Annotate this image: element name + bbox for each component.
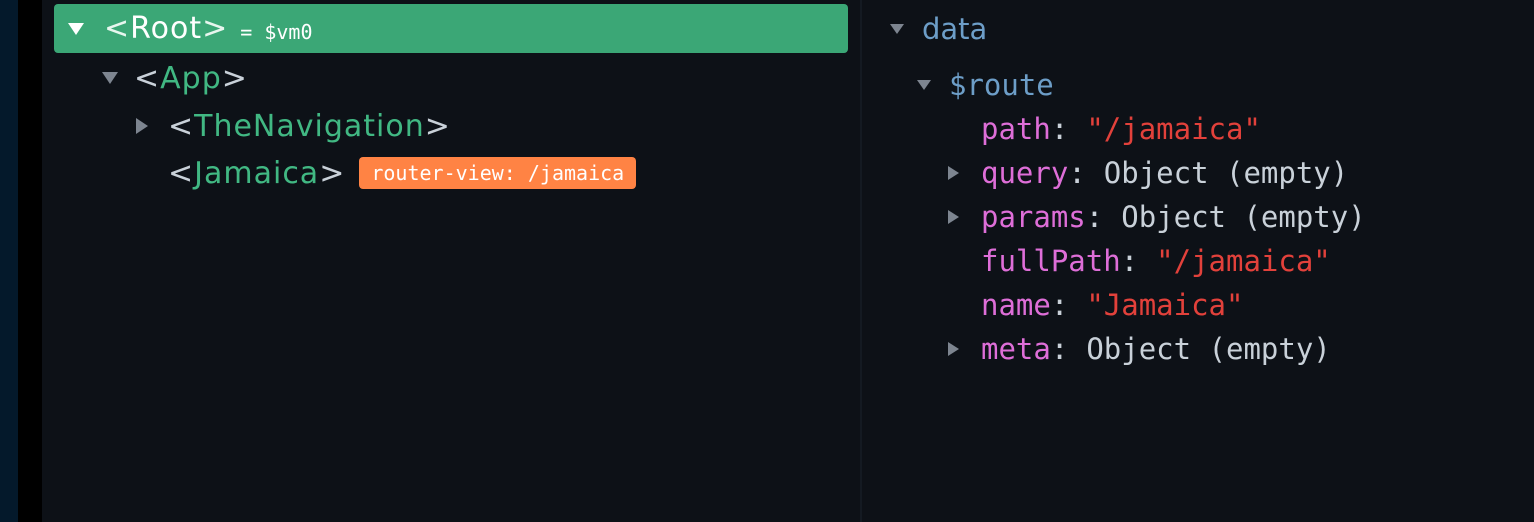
tree-node-app[interactable]: <App> (102, 54, 248, 102)
tree-node-thenavigation[interactable]: <TheNavigation> (136, 102, 451, 150)
prop-row-meta[interactable]: meta: Object (empty) (948, 327, 1331, 371)
prop-value: "Jamaica" (1086, 288, 1244, 322)
component-label-root: <Root> (104, 11, 229, 46)
expand-arrow-icon[interactable] (948, 210, 959, 224)
route-object-row[interactable]: $route (917, 63, 1054, 107)
vm-reference: = $vm0 (240, 19, 313, 44)
prop-value: Object (empty) (1086, 332, 1331, 366)
component-label-thenavigation: <TheNavigation> (168, 108, 451, 144)
prop-row-name[interactable]: name: "Jamaica" (981, 283, 1243, 327)
prop-key: query (981, 156, 1069, 190)
expand-arrow-icon[interactable] (948, 342, 959, 356)
collapse-arrow-icon[interactable] (68, 22, 84, 35)
collapse-arrow-icon[interactable] (917, 80, 931, 90)
collapse-arrow-icon[interactable] (102, 72, 118, 84)
component-label-jamaica: <Jamaica> (168, 155, 346, 191)
tree-node-jamaica[interactable]: <Jamaica> router-view: /jamaica (168, 149, 637, 197)
route-label: $route (949, 68, 1054, 102)
prop-value: "/jamaica" (1156, 244, 1331, 278)
prop-key: path (981, 112, 1051, 146)
collapse-arrow-icon[interactable] (890, 24, 904, 34)
expand-arrow-icon[interactable] (948, 166, 959, 180)
prop-row-params[interactable]: params: Object (empty) (948, 195, 1366, 239)
expand-arrow-icon[interactable] (136, 118, 148, 134)
prop-row-fullpath[interactable]: fullPath: "/jamaica" (981, 239, 1331, 283)
section-title: data (922, 12, 988, 46)
editor-edge (0, 0, 18, 522)
router-view-badge: router-view: /jamaica (359, 157, 637, 189)
prop-key: params (981, 200, 1086, 234)
prop-value: "/jamaica" (1086, 112, 1261, 146)
prop-row-query[interactable]: query: Object (empty) (948, 151, 1348, 195)
pane-gutter (18, 0, 42, 522)
prop-value: Object (empty) (1121, 200, 1366, 234)
prop-key: name (981, 288, 1051, 322)
prop-row-path[interactable]: path: "/jamaica" (981, 107, 1261, 151)
prop-key: fullPath (981, 244, 1121, 278)
component-label-app: <App> (134, 60, 248, 96)
prop-value: Object (empty) (1103, 156, 1349, 190)
data-section-header[interactable]: data (890, 7, 987, 51)
prop-key: meta (981, 332, 1051, 366)
tree-node-root[interactable]: <Root> = $vm0 (54, 4, 848, 53)
